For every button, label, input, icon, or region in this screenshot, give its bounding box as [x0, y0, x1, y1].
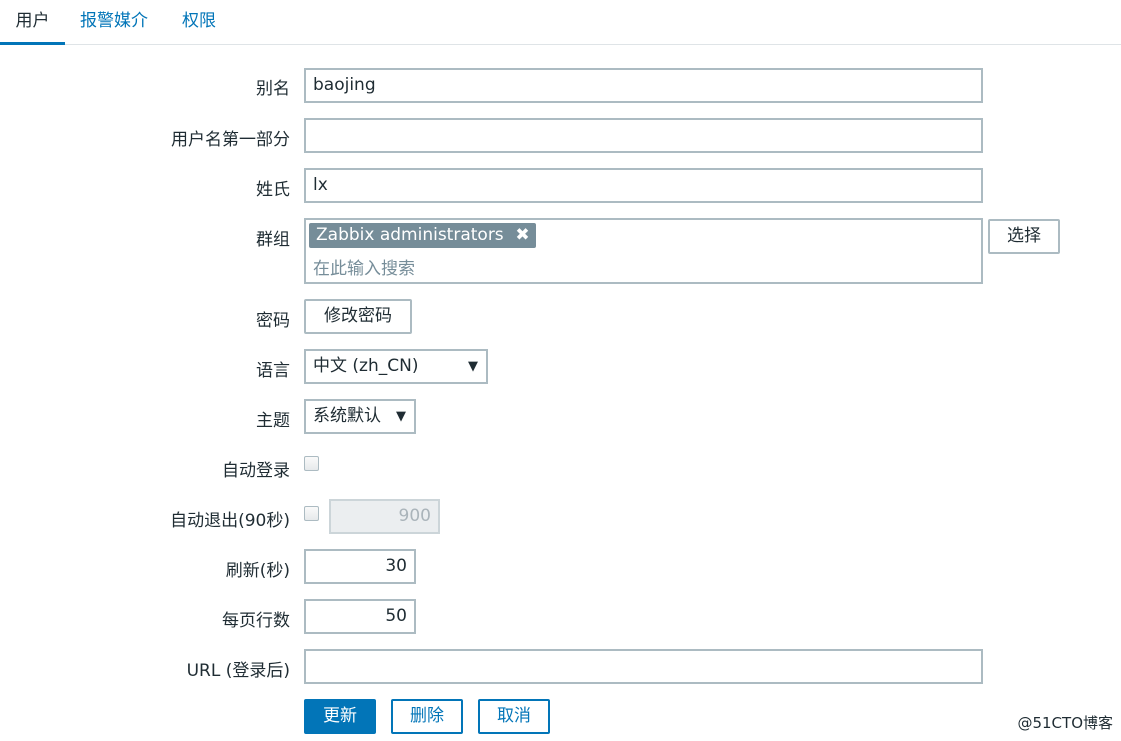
- tab-media[interactable]: 报警媒介: [80, 0, 148, 44]
- language-label: 语言: [256, 361, 290, 381]
- autologout-input: 900: [329, 499, 440, 534]
- autologin-label: 自动登录: [222, 461, 290, 481]
- change-password-button[interactable]: 修改密码: [304, 299, 412, 334]
- delete-button[interactable]: 删除: [391, 699, 463, 734]
- cancel-button[interactable]: 取消: [478, 699, 550, 734]
- surname-input[interactable]: lx: [304, 168, 983, 203]
- url-input[interactable]: [304, 649, 983, 684]
- remove-icon[interactable]: ✖: [515, 223, 529, 248]
- group-chip: Zabbix administrators ✖: [309, 223, 536, 248]
- tab-bar: 用户 报警媒介 权限: [0, 0, 1121, 45]
- watermark: @51CTO博客: [1017, 714, 1113, 732]
- theme-select[interactable]: 系统默认 ▼: [304, 399, 416, 434]
- tab-user[interactable]: 用户: [0, 0, 65, 45]
- autologout-checkbox[interactable]: [304, 506, 319, 521]
- autologout-label: 自动退出(90秒): [170, 511, 290, 531]
- groups-select-button[interactable]: 选择: [988, 219, 1060, 254]
- alias-label: 别名: [256, 79, 290, 99]
- language-select[interactable]: 中文 (zh_CN) ▼: [304, 349, 488, 384]
- surname-label: 姓氏: [256, 180, 290, 200]
- url-label: URL (登录后): [186, 661, 290, 681]
- chevron-down-icon: ▼: [468, 359, 478, 374]
- autologin-checkbox[interactable]: [304, 456, 319, 471]
- update-button[interactable]: 更新: [304, 699, 376, 734]
- rows-per-page-label: 每页行数: [222, 611, 290, 631]
- theme-label: 主题: [256, 411, 290, 431]
- groups-multiselect[interactable]: Zabbix administrators ✖ 在此输入搜索: [304, 218, 983, 284]
- language-value: 中文 (zh_CN): [313, 356, 419, 376]
- name-input[interactable]: [304, 118, 983, 153]
- name-label: 用户名第一部分: [171, 130, 290, 150]
- chevron-down-icon: ▼: [396, 409, 406, 424]
- tab-permissions[interactable]: 权限: [182, 0, 216, 44]
- refresh-input[interactable]: 30: [304, 549, 416, 584]
- groups-search-input[interactable]: 在此输入搜索: [313, 254, 415, 279]
- alias-input[interactable]: baojing: [304, 68, 983, 103]
- refresh-label: 刷新(秒): [225, 561, 290, 581]
- rows-per-page-input[interactable]: 50: [304, 599, 416, 634]
- password-label: 密码: [256, 311, 290, 331]
- group-chip-label: Zabbix administrators: [316, 225, 504, 245]
- groups-label: 群组: [256, 230, 290, 250]
- theme-value: 系统默认: [313, 406, 381, 426]
